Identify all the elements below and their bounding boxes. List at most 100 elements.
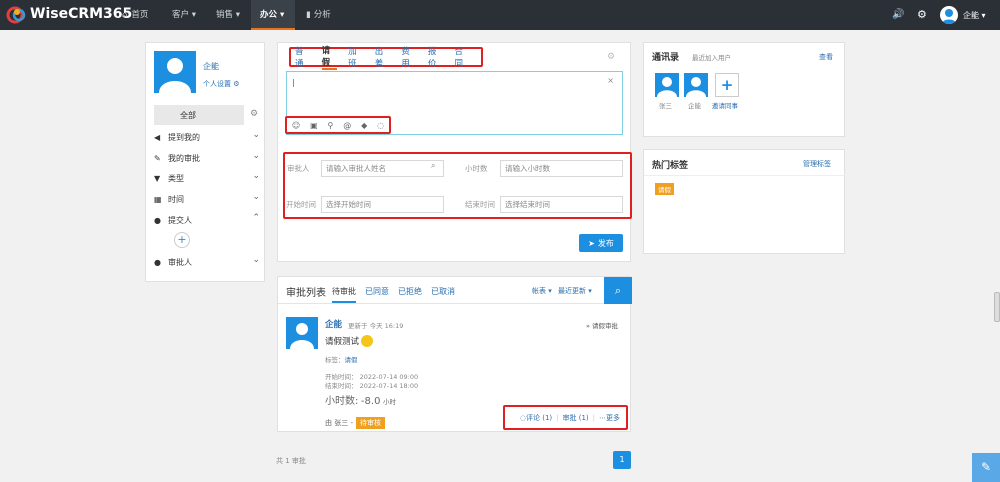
sort-dropdown[interactable]: 最近更新 ▾ [558,286,592,296]
contact-avatar[interactable] [684,73,708,97]
view-contacts-link[interactable]: 查看 [819,52,833,62]
comment-icon[interactable]: ◌ [377,121,384,130]
emoji-icon [361,335,374,347]
close-icon[interactable]: × [607,76,614,85]
approval-list-panel: 审批列表 待审批 已同意 已拒绝 已取消 帐表 ▾ 最近更新 ▾ ⌕ 企能 更新… [277,276,632,432]
tab-quote[interactable]: 报价 [428,45,444,69]
approver-input[interactable]: 请输入审批人姓名 [321,160,444,177]
filter-pending[interactable]: 待审批 [332,286,356,303]
start-time-input[interactable]: 选择开始时间 [321,196,444,213]
user-icon: ● [154,257,161,267]
sidebar-item-my-approval[interactable]: ✎ 我的审批 ⌄ [154,148,260,168]
profile-avatar [154,51,196,93]
gear-icon[interactable]: ⚙ [917,8,927,21]
user-icon: ● [154,215,161,225]
scrollbar-thumb[interactable] [994,292,1000,322]
publish-button[interactable]: ➤ 发布 [579,234,623,252]
user-menu[interactable]: 企能 ▾ [963,10,986,21]
nav-home[interactable]: ⌂ 首页 [122,0,148,30]
image-icon[interactable]: ▣ [310,121,318,130]
filter-cancelled[interactable]: 已取消 [431,286,455,297]
tab-expense[interactable]: 费用 [401,45,417,69]
compose-float-button[interactable]: ✎ [972,453,1000,482]
sidebar-item-all[interactable]: 全部 [154,105,244,125]
send-icon: ➤ [588,238,595,248]
nav-office[interactable]: 办公 ▾ [251,0,295,30]
end-time-input[interactable]: 选择结束时间 [500,196,623,213]
logo-icon [6,6,26,24]
search-button[interactable]: ⌕ [604,277,632,304]
tab-contract[interactable]: 合同 [454,45,470,69]
sidebar-item-submitter[interactable]: ● 提交人 ⌃ [154,210,260,230]
user-avatar[interactable] [940,6,958,24]
updated-time: 更新于 今天 16:19 [348,322,404,330]
author-name[interactable]: 企能 [325,318,342,330]
sidebar-item-type[interactable]: ▼ 类型 ⌄ [154,168,260,188]
chevron-down-icon: ⌄ [252,130,260,140]
profile-name[interactable]: 企能 [203,61,219,72]
tab-overtime[interactable]: 加班 [348,45,364,69]
top-navbar: WiseCRM365 ⌂ 首页 客户 ▾ 销售 ▾ 办公 ▾ ▮ 分析 🔊 ⚙ 企能… [0,0,1000,30]
hours-input[interactable]: 请输入小时数 [500,160,623,177]
sidebar-item-approver[interactable]: ● 审批人 ⌄ [154,252,260,272]
tag-icon[interactable]: ◆ [361,121,367,130]
submitter-line: 由 张三 - 待审核 [325,417,385,429]
author-avatar [286,317,318,349]
emoji-icon[interactable]: ☺ [292,121,300,130]
nav-sales[interactable]: 销售 ▾ [216,0,240,30]
attachment-icon[interactable]: ⚲ [328,121,334,130]
tag-item[interactable]: 请假 [655,183,674,195]
item-actions: ◌评论 (1) | 审批 (1) | ⋯更多 [503,405,628,430]
approval-type-link[interactable]: » 请假审批 [586,320,618,330]
approval-list-title: 审批列表 [286,288,326,299]
pencil-icon: ✎ [154,153,161,163]
tab-general[interactable]: 普通 [295,45,311,69]
left-sidebar: 企能 个人设置 ⚙ 全部 ⚙ ◀ 提到我的 ⌄ ✎ 我的审批 ⌄ ▼ 类型 ⌄ ▦ 时间 ⌄ ●… [145,42,265,282]
gear-icon: ⚙ [233,80,240,88]
search-icon: ⌕ [614,284,622,297]
composer-panel: 普通 请假 加班 出差 费用 报价 合同 ⚙ | × ☺ ▣ ⚲ @ ◆ ◌ 审… [277,42,632,262]
filter-rejected[interactable]: 已拒绝 [398,286,422,297]
tab-trip[interactable]: 出差 [375,45,391,69]
manage-tags-link[interactable]: 管理标签 [803,159,831,169]
hours-line: 小时数: -8.0 小时 [325,396,396,407]
mention-icon[interactable]: @ [343,121,351,130]
composer-gear-icon[interactable]: ⚙ [607,52,615,62]
volume-icon[interactable]: 🔊 [892,9,904,20]
edit-icon: ✎ [980,460,992,474]
chevron-down-icon: ⌄ [252,171,260,181]
invite-link[interactable]: 邀请同事 [712,100,738,110]
invite-button[interactable]: + [715,73,739,97]
tag-link[interactable]: 请假 [345,356,358,364]
sidebar-gear-icon[interactable]: ⚙ [250,109,258,119]
sidebar-item-mentioned[interactable]: ◀ 提到我的 ⌄ [154,127,260,147]
composer-tabs: 普通 请假 加班 出差 费用 报价 合同 [289,44,483,70]
nav-customer[interactable]: 客户 ▾ [172,0,196,30]
brand-name: WiseCRM365 [30,6,133,22]
composer-toolbar: ☺ ▣ ⚲ @ ◆ ◌ [285,116,391,134]
filter-icon: ▼ [154,173,161,183]
calendar-icon: ▦ [154,194,162,204]
home-icon: ⌂ [122,10,128,20]
page-1-button[interactable]: 1 [613,451,631,469]
end-time: 结束时间： 2022-07-14 18:00 [325,382,419,390]
contacts-panel: 通讯录 最近加入用户 查看 张三 企能 + 邀请同事 [643,42,845,137]
nav-analysis[interactable]: ▮ 分析 [306,0,331,30]
filter-approved[interactable]: 已同意 [365,286,389,297]
approve-link[interactable]: 审批 (1) [563,413,589,423]
comment-link[interactable]: ◌评论 (1) [520,413,552,423]
contact-avatar[interactable] [655,73,679,97]
add-submitter-button[interactable]: + [174,232,190,248]
tab-leave[interactable]: 请假 [321,44,338,70]
search-icon: ⌕ [431,161,436,170]
chevron-down-icon: ⌄ [252,151,260,161]
view-dropdown[interactable]: 帐表 ▾ [532,286,552,296]
approval-title: 请假测试 [325,335,374,347]
profile-settings-link[interactable]: 个人设置 ⚙ [203,79,240,89]
more-link[interactable]: ⋯更多 [599,413,620,423]
chevron-down-icon: ⌄ [252,255,260,265]
tag-line: 标签：请假 [325,356,358,364]
status-badge: 待审核 [355,417,385,429]
sidebar-item-time[interactable]: ▦ 时间 ⌄ [154,189,260,209]
bar-chart-icon: ▮ [306,10,311,20]
